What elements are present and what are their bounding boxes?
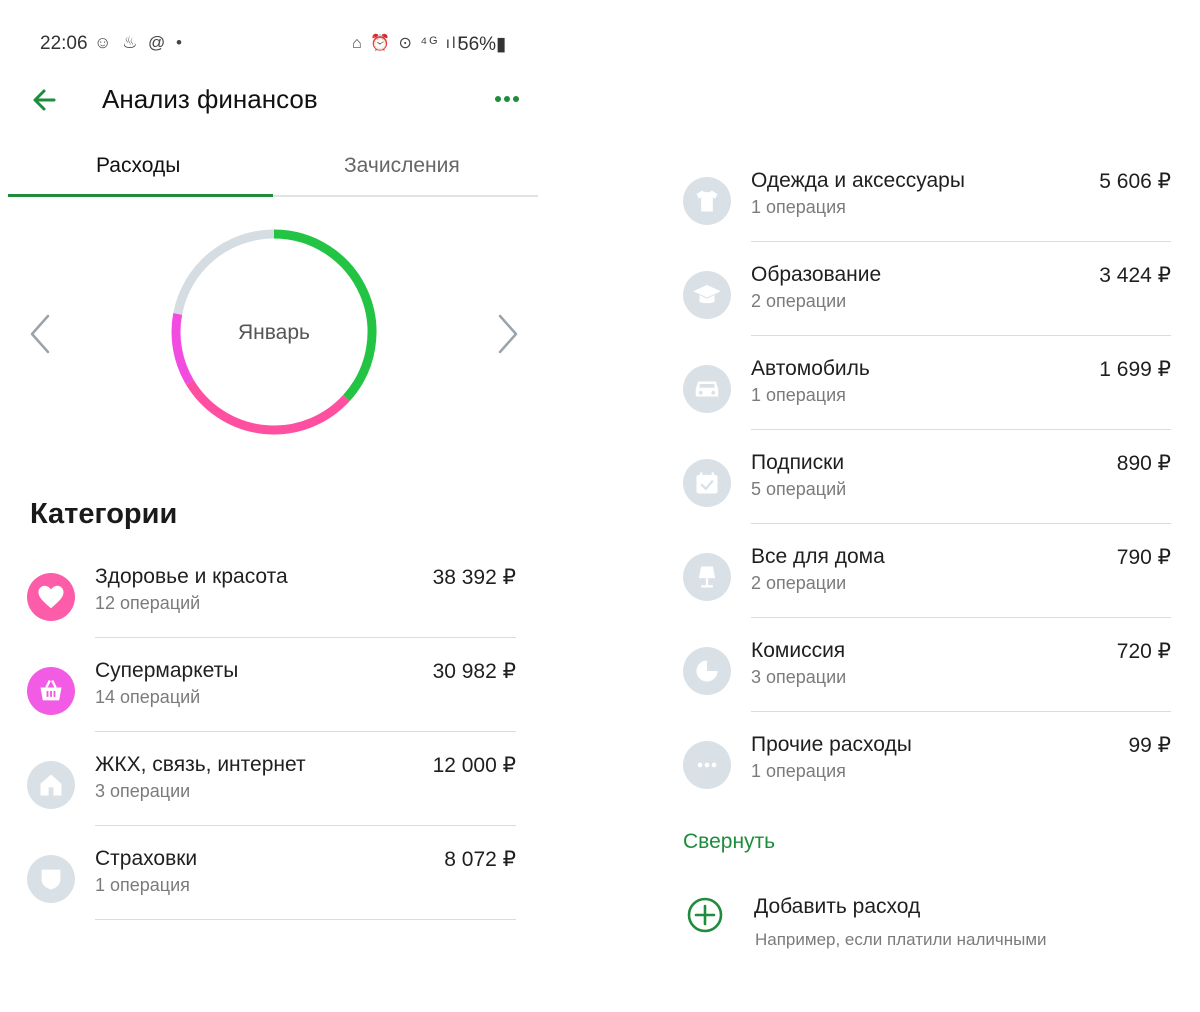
category-amount: 99 ₽ bbox=[1128, 734, 1171, 757]
pie-icon bbox=[683, 647, 731, 695]
category-operations-count: 3 операции bbox=[95, 781, 191, 801]
graduation-cap-icon bbox=[683, 271, 731, 319]
category-amount: 3 424 ₽ bbox=[1099, 264, 1171, 287]
category-name[interactable]: ЖКХ, связь, интернет bbox=[95, 753, 306, 777]
row-divider bbox=[751, 617, 1171, 618]
page-title: Анализ финансов bbox=[102, 84, 318, 114]
category-operations-count: 3 операции bbox=[751, 667, 847, 687]
donut-segment bbox=[273, 229, 377, 402]
add-expense-button[interactable]: Добавить расход bbox=[754, 895, 920, 919]
add-expense-hint: Например, если платили наличными bbox=[755, 930, 1047, 949]
category-name[interactable]: Образование bbox=[751, 263, 881, 287]
row-divider bbox=[751, 335, 1171, 336]
row-divider bbox=[95, 731, 516, 732]
row-divider bbox=[751, 711, 1171, 712]
category-amount: 30 982 ₽ bbox=[432, 660, 516, 683]
category-operations-count: 2 операции bbox=[751, 573, 847, 593]
category-name[interactable]: Автомобиль bbox=[751, 357, 870, 381]
category-name[interactable]: Здоровье и красота bbox=[95, 565, 288, 589]
category-amount: 720 ₽ bbox=[1116, 640, 1171, 663]
tab-expenses[interactable]: Расходы bbox=[96, 154, 180, 178]
category-name[interactable]: Все для дома bbox=[751, 545, 885, 569]
category-name[interactable]: Комиссия bbox=[751, 639, 845, 663]
house-icon bbox=[27, 761, 75, 809]
category-operations-count: 5 операций bbox=[751, 479, 847, 499]
more-options-icon[interactable] bbox=[494, 94, 520, 104]
category-amount: 38 392 ₽ bbox=[432, 566, 516, 589]
category-operations-count: 1 операция bbox=[751, 385, 846, 405]
donut-segment bbox=[173, 229, 275, 315]
heart-icon bbox=[27, 573, 75, 621]
row-divider bbox=[751, 523, 1171, 524]
donut-month-label: Январь bbox=[238, 321, 310, 344]
notification-icons: ☺ ♨ @ • bbox=[94, 33, 185, 52]
tab-active-indicator bbox=[8, 194, 273, 197]
system-status-icons: ⌂ ⏰ ⊙ ⁴ᴳ ıll bbox=[352, 35, 464, 52]
calendar-check-icon bbox=[683, 459, 731, 507]
car-icon bbox=[683, 365, 731, 413]
dots-icon bbox=[683, 741, 731, 789]
tshirt-icon bbox=[683, 177, 731, 225]
row-divider bbox=[95, 637, 516, 638]
collapse-link[interactable]: Свернуть bbox=[683, 830, 775, 854]
next-month-arrow-icon[interactable] bbox=[494, 312, 522, 356]
back-arrow-icon[interactable] bbox=[28, 84, 64, 116]
category-operations-count: 1 операция bbox=[751, 197, 846, 217]
add-expense-icon[interactable] bbox=[686, 896, 724, 934]
category-amount: 8 072 ₽ bbox=[444, 848, 516, 871]
category-amount: 5 606 ₽ bbox=[1099, 170, 1171, 193]
row-divider bbox=[95, 919, 516, 920]
category-operations-count: 12 операций bbox=[95, 593, 201, 613]
donut-segment bbox=[185, 379, 350, 435]
category-operations-count: 1 операция bbox=[95, 875, 190, 895]
basket-icon bbox=[27, 667, 75, 715]
category-amount: 1 699 ₽ bbox=[1099, 358, 1171, 381]
previous-month-arrow-icon[interactable] bbox=[26, 312, 54, 356]
category-name[interactable]: Прочие расходы bbox=[751, 733, 912, 757]
category-name[interactable]: Страховки bbox=[95, 847, 197, 871]
lamp-icon bbox=[683, 553, 731, 601]
row-divider bbox=[95, 825, 516, 826]
categories-heading: Категории bbox=[30, 498, 178, 530]
category-amount: 790 ₽ bbox=[1116, 546, 1171, 569]
shield-icon bbox=[27, 855, 75, 903]
category-operations-count: 2 операции bbox=[751, 291, 847, 311]
category-name[interactable]: Подписки bbox=[751, 451, 844, 475]
battery-level: 56%▮ bbox=[458, 34, 507, 55]
status-time: 22:06 bbox=[40, 33, 88, 54]
category-name[interactable]: Супермаркеты bbox=[95, 659, 238, 683]
category-name[interactable]: Одежда и аксессуары bbox=[751, 169, 965, 193]
category-operations-count: 1 операция bbox=[751, 761, 846, 781]
tab-income[interactable]: Зачисления bbox=[344, 154, 460, 178]
category-amount: 12 000 ₽ bbox=[432, 754, 516, 777]
row-divider bbox=[751, 429, 1171, 430]
category-operations-count: 14 операций bbox=[95, 687, 201, 707]
row-divider bbox=[751, 241, 1171, 242]
category-amount: 890 ₽ bbox=[1116, 452, 1171, 475]
